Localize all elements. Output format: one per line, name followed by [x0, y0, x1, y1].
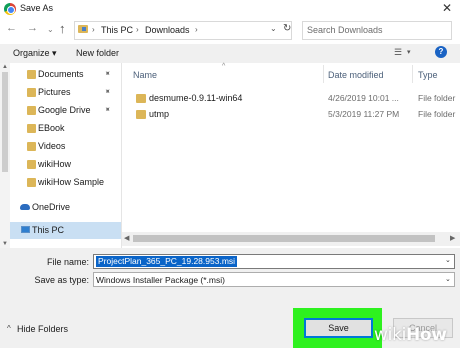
save-button[interactable]: Save: [304, 318, 373, 338]
sidebar-item-label: wikiHow: [38, 159, 72, 169]
scroll-right-arrow-icon[interactable]: ▶: [450, 234, 455, 242]
breadcrumb-downloads[interactable]: Downloads: [145, 25, 190, 35]
google-drive-folder-icon: [27, 106, 36, 115]
folder-icon: [136, 110, 146, 119]
save-as-type-label: Save as type:: [34, 275, 89, 285]
recent-locations-chevron-icon[interactable]: ⌄: [47, 25, 54, 34]
file-type: File folder: [418, 109, 456, 119]
hide-folders-chevron-icon[interactable]: ^: [7, 324, 11, 333]
window-title: Save As: [20, 3, 54, 13]
sidebar-item-label: wikiHow Sample: [38, 177, 105, 187]
sidebar-item-label: EBook: [38, 123, 65, 133]
file-name-label: File name:: [46, 257, 89, 267]
view-options-chevron-icon[interactable]: ▾: [407, 48, 411, 56]
scroll-up-arrow-icon[interactable]: ▲: [2, 64, 8, 70]
file-date: 4/26/2019 10:01 ...: [328, 93, 399, 103]
pin-icon: ✦: [101, 85, 113, 98]
pin-icon: ✦: [101, 103, 113, 116]
horizontal-scrollbar-thumb[interactable]: [133, 235, 435, 242]
column-header-name[interactable]: Name: [133, 70, 157, 80]
save-as-type-value: Windows Installer Package (*.msi): [96, 275, 225, 285]
pictures-folder-icon: [27, 88, 36, 97]
file-type: File folder: [418, 93, 456, 103]
sidebar-item-label: Documents: [38, 69, 84, 79]
breadcrumb-separator-icon: ›: [92, 25, 95, 34]
table-row[interactable]: utmp 5/3/2019 11:27 PM File folder: [130, 107, 460, 123]
nav-scrollbar-thumb[interactable]: [2, 72, 8, 172]
sidebar-item-wikihow-sample[interactable]: wikiHow Sample: [10, 174, 121, 192]
sidebar-item-label: Videos: [38, 141, 66, 151]
sidebar-item-wikihow[interactable]: wikiHow: [10, 156, 121, 174]
address-dropdown-icon[interactable]: ⌄: [270, 24, 277, 33]
close-icon[interactable]: ✕: [442, 1, 452, 15]
refresh-icon[interactable]: ↻: [283, 23, 291, 34]
forward-arrow-icon[interactable]: →: [27, 22, 38, 34]
file-date: 5/3/2019 11:27 PM: [328, 109, 400, 119]
breadcrumb-separator-icon: ›: [136, 25, 139, 34]
sidebar-item-pictures[interactable]: Pictures ✦: [10, 84, 121, 102]
folder-icon: [27, 178, 36, 187]
new-folder-button[interactable]: New folder: [76, 48, 119, 58]
up-arrow-icon[interactable]: ↑: [59, 21, 66, 36]
search-placeholder: Search Downloads: [307, 25, 383, 35]
title-bar: [0, 0, 460, 18]
scroll-down-arrow-icon[interactable]: ▼: [2, 241, 8, 247]
folder-icon: [27, 160, 36, 169]
table-row[interactable]: desmume-0.9.11-win64 4/26/2019 10:01 ...…: [130, 91, 460, 107]
column-header-type[interactable]: Type: [418, 70, 438, 80]
wikihow-watermark: wikiHow: [374, 325, 447, 345]
breadcrumb-this-pc[interactable]: This PC: [101, 25, 133, 35]
file-name-chevron-icon[interactable]: ⌄: [445, 256, 451, 264]
scroll-left-arrow-icon[interactable]: ◀: [124, 234, 129, 242]
pin-icon: ✦: [101, 67, 113, 80]
sidebar-item-videos[interactable]: Videos: [10, 138, 121, 156]
toolbar: [0, 44, 460, 63]
sort-indicator-icon: ^: [222, 63, 226, 70]
file-name: desmume-0.9.11-win64: [149, 93, 243, 103]
computer-icon: [21, 226, 30, 233]
sidebar-item-label: This PC: [32, 225, 65, 235]
sidebar-item-ebook[interactable]: EBook: [10, 120, 121, 138]
back-arrow-icon[interactable]: ←: [6, 22, 17, 34]
onedrive-cloud-icon: [20, 204, 30, 210]
sidebar-item-label: Google Drive: [38, 105, 91, 115]
file-name-value[interactable]: ProjectPlan_365_PC_19.28.953.msi: [96, 256, 238, 267]
help-icon[interactable]: ?: [435, 46, 447, 58]
downloads-folder-icon: [78, 25, 88, 33]
file-name: utmp: [149, 109, 170, 119]
folder-icon: [27, 142, 36, 151]
column-header-date-modified[interactable]: Date modified: [328, 70, 384, 80]
hide-folders-button[interactable]: Hide Folders: [17, 324, 68, 334]
documents-folder-icon: [27, 70, 36, 79]
sidebar-item-documents[interactable]: Documents ✦: [10, 66, 121, 84]
folder-icon: [27, 124, 36, 133]
save-as-type-chevron-icon[interactable]: ⌄: [445, 275, 451, 283]
chrome-icon: [4, 3, 16, 15]
view-options-icon[interactable]: ☰: [394, 47, 402, 58]
organize-button[interactable]: Organize ▾: [13, 48, 57, 59]
breadcrumb-separator-icon: ›: [195, 25, 198, 34]
column-divider[interactable]: [412, 65, 413, 83]
folder-icon: [136, 94, 146, 103]
column-divider[interactable]: [323, 65, 324, 83]
sidebar-item-label: Pictures: [38, 87, 71, 97]
sidebar-item-google-drive[interactable]: Google Drive ✦: [10, 102, 121, 120]
sidebar-item-onedrive[interactable]: OneDrive: [32, 202, 70, 212]
